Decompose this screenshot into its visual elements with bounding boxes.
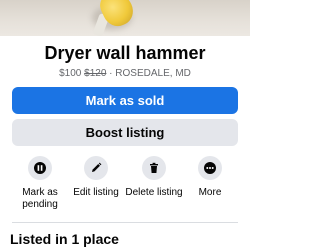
delete-listing-action[interactable]: Delete listing	[124, 156, 184, 199]
delete-listing-label: Delete listing	[125, 187, 183, 198]
pencil-icon-container	[84, 156, 108, 180]
listing-meta: $100 $120 · ROSEDALE, MD	[0, 67, 250, 80]
more-action[interactable]: More	[180, 156, 240, 199]
listing-location: ROSEDALE, MD	[115, 68, 191, 79]
mark-as-pending-action[interactable]: Mark as pending	[10, 156, 70, 211]
edit-listing-label: Edit listing	[73, 187, 119, 198]
meta-separator: ·	[106, 68, 116, 79]
mark-as-sold-button[interactable]: Mark as sold	[12, 87, 238, 114]
pause-icon	[34, 162, 46, 174]
more-icon	[204, 162, 216, 174]
edit-listing-action[interactable]: Edit listing	[66, 156, 126, 199]
section-divider	[12, 222, 238, 223]
listing-price: $100	[59, 68, 82, 79]
more-label: More	[198, 187, 222, 198]
more-icon-container	[198, 156, 222, 180]
pencil-icon	[92, 162, 102, 172]
listing-original-price: $120	[84, 68, 107, 79]
boost-listing-button[interactable]: Boost listing	[12, 119, 238, 146]
mark-as-pending-label: Mark as pending	[22, 187, 58, 210]
listing-title: Dryer wall hammer	[44, 43, 206, 63]
listed-in-section-title: Listed in 1 place	[10, 231, 119, 247]
trash-icon-container	[142, 156, 166, 180]
listing-photo[interactable]	[0, 0, 250, 36]
trash-icon	[150, 162, 158, 173]
pause-icon-container	[28, 156, 52, 180]
listing-actions: Mark as pending Edit listing Delete list…	[0, 156, 250, 216]
